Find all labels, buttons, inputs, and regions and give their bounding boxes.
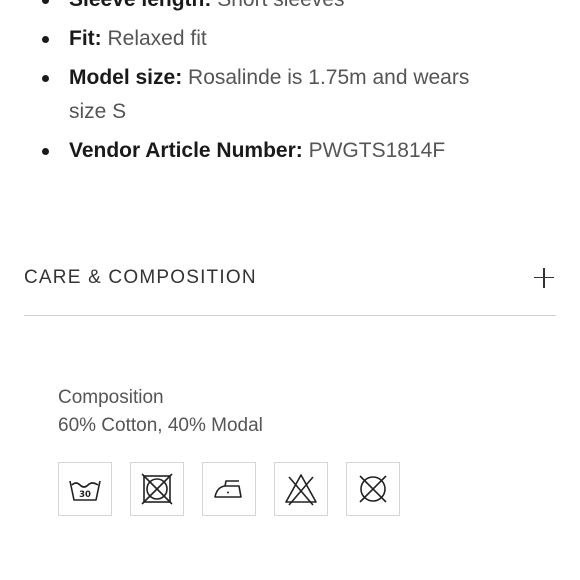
iron-low-icon	[202, 462, 256, 516]
no-dry-clean-icon	[346, 462, 400, 516]
spec-label: Model size:	[69, 66, 189, 89]
product-details-list: Sleeve length: Short sleeves Fit: Relaxe…	[0, 0, 580, 173]
spec-label: Sleeve length:	[69, 0, 217, 11]
spec-label: Vendor Article Number:	[69, 139, 309, 162]
spec-vendor-article-number: Vendor Article Number: PWGTS1814F	[0, 134, 509, 168]
no-bleach-icon	[274, 462, 328, 516]
wash-30-icon: 30	[58, 462, 112, 516]
spec-fit: Fit: Relaxed fit	[0, 22, 509, 56]
composition-value: 60% Cotton, 40% Modal	[58, 415, 263, 436]
spec-value: PWGTS1814F	[308, 139, 446, 162]
composition-block: Composition 60% Cotton, 40% Modal	[58, 384, 263, 440]
bullet	[42, 0, 49, 4]
spec-value: Relaxed fit	[107, 27, 207, 50]
care-icons-row: 30	[58, 462, 418, 516]
section-title: CARE & COMPOSITION	[24, 266, 257, 288]
bullet	[42, 148, 49, 155]
composition-label: Composition	[58, 387, 164, 408]
spec-value: Short sleeves	[217, 0, 344, 11]
plus-icon[interactable]	[534, 267, 554, 288]
wash-temperature: 30	[79, 490, 91, 500]
spec-label: Fit:	[69, 27, 108, 50]
bullet	[42, 75, 49, 82]
care-composition-toggle[interactable]: CARE & COMPOSITION	[24, 256, 556, 316]
bullet	[42, 36, 49, 43]
spec-model-size: Model size: Rosalinde is 1.75m and wears…	[0, 61, 509, 129]
spec-sleeve-length: Sleeve length: Short sleeves	[0, 0, 509, 17]
no-tumble-dry-icon	[130, 462, 184, 516]
